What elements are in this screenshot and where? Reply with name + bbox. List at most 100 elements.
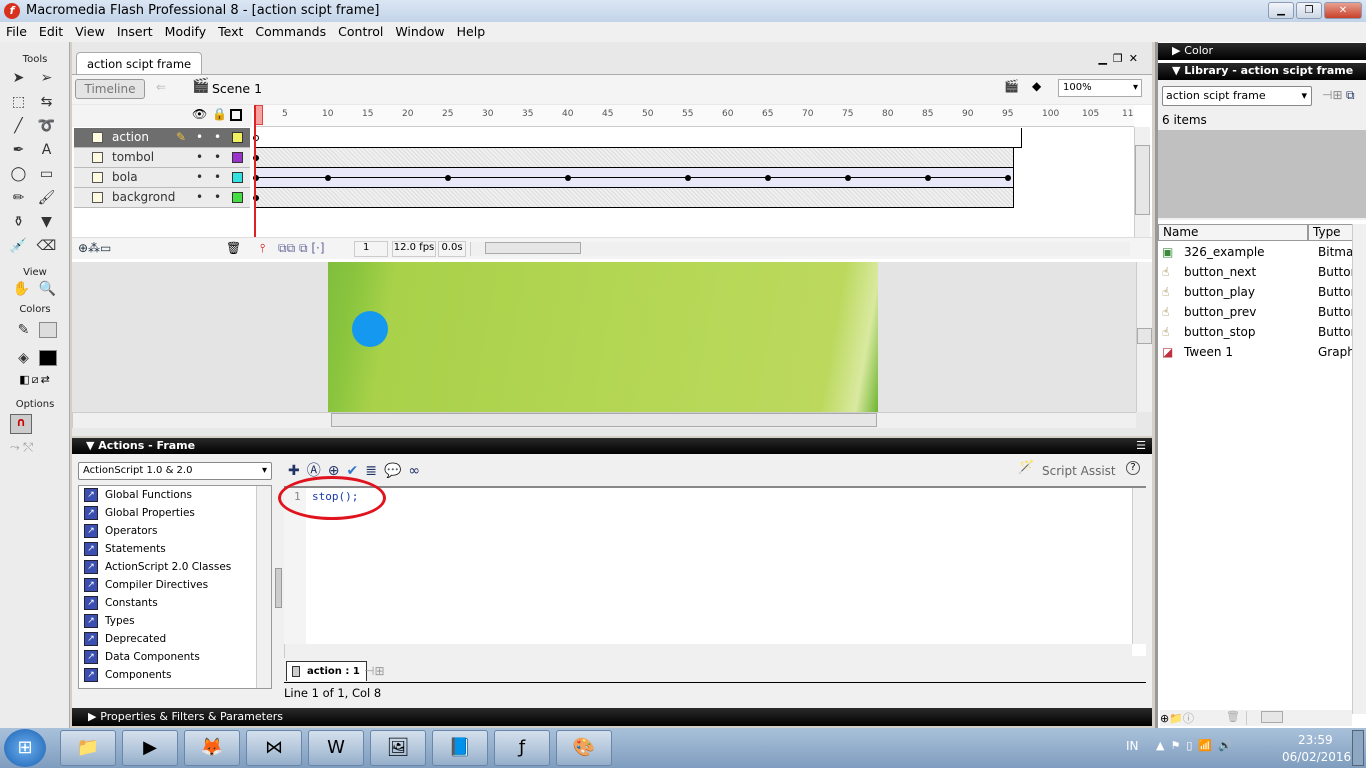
- lock-dot[interactable]: •: [214, 188, 221, 207]
- script-tab[interactable]: action : 1: [286, 661, 367, 681]
- frame-rate[interactable]: 12.0 fps: [392, 241, 436, 257]
- lock-dot[interactable]: •: [214, 148, 221, 167]
- collapse-toolbox-handle[interactable]: [275, 568, 282, 608]
- playhead[interactable]: [254, 105, 256, 237]
- properties-icon[interactable]: ⓘ: [1183, 712, 1194, 725]
- frame-ruler[interactable]: 1510152025303540455055606570758085909510…: [254, 105, 1134, 127]
- actions-panel-header[interactable]: ▼ Actions - Frame ☰: [72, 438, 1152, 454]
- taskbar-word[interactable]: W: [308, 730, 364, 766]
- visibility-dot[interactable]: •: [196, 128, 203, 147]
- taskbar-media-player[interactable]: ▶: [122, 730, 178, 766]
- toolbox-item[interactable]: ↗ Data Components: [79, 648, 271, 666]
- fill-color-icon[interactable]: ◈: [13, 347, 35, 369]
- keyframe[interactable]: [685, 175, 691, 181]
- menu-edit[interactable]: Edit: [37, 24, 65, 39]
- keyframe[interactable]: [1005, 175, 1011, 181]
- layer-color-swatch[interactable]: [232, 152, 243, 163]
- timeline-h-scrollbar[interactable]: [470, 242, 1130, 256]
- back-arrow-icon[interactable]: ⇐: [156, 80, 166, 94]
- gradient-transform-tool-icon[interactable]: ⇆: [36, 91, 58, 113]
- auto-format-icon[interactable]: ≣: [365, 463, 384, 479]
- toolbox-item[interactable]: ↗ Deprecated: [79, 630, 271, 648]
- toolbox-item[interactable]: ↗ Components: [79, 666, 271, 684]
- library-panel-header[interactable]: ▼ Library - action scipt frame☰: [1158, 63, 1366, 93]
- timeline-v-scrollbar[interactable]: [1134, 127, 1150, 237]
- brush-tool-icon[interactable]: 🖌: [36, 187, 58, 209]
- library-h-scrollbar[interactable]: [1246, 711, 1352, 725]
- stage-v-scrollbar[interactable]: [1136, 262, 1152, 412]
- layer-action[interactable]: action ✎ • •: [74, 128, 250, 148]
- pin-library-icon[interactable]: ⊣⊞: [1322, 88, 1343, 102]
- editor-v-scrollbar[interactable]: [1132, 488, 1146, 644]
- column-name[interactable]: Name: [1158, 224, 1308, 241]
- smooth-straighten-icon[interactable]: ⤳ ⤲: [10, 440, 69, 455]
- add-item-icon[interactable]: ✚: [288, 463, 307, 479]
- layer-color-swatch[interactable]: [232, 172, 243, 183]
- frame-span-backgrond[interactable]: [253, 188, 1014, 208]
- minimize-button[interactable]: ▁: [1268, 2, 1294, 19]
- oval-tool-icon[interactable]: ◯: [8, 163, 30, 185]
- color-panel-header[interactable]: ▶ Color: [1158, 43, 1366, 60]
- center-frame-icon[interactable]: ⫯: [260, 241, 265, 256]
- zoom-select[interactable]: 100% ▾: [1058, 79, 1142, 97]
- library-item[interactable]: ▣ 326_example Bitmap: [1160, 242, 1352, 262]
- document-tab[interactable]: action scipt frame: [76, 52, 203, 74]
- new-folder-icon[interactable]: 📁: [1169, 712, 1183, 725]
- new-library-panel-icon[interactable]: ⧉: [1346, 88, 1355, 103]
- library-v-scrollbar[interactable]: [1352, 224, 1366, 714]
- trash-icon[interactable]: 🗑: [226, 241, 241, 255]
- language-indicator[interactable]: IN: [1126, 739, 1139, 753]
- arrow-tool-icon[interactable]: ➤: [8, 67, 30, 89]
- clock-time[interactable]: 23:59: [1298, 733, 1333, 747]
- taskbar-flash[interactable]: ƒ: [494, 730, 550, 766]
- layer-color-swatch[interactable]: [232, 132, 243, 143]
- layer-color-swatch[interactable]: [232, 192, 243, 203]
- eraser-tool-icon[interactable]: ⌫: [36, 235, 58, 257]
- toolbox-item[interactable]: ↗ ActionScript 2.0 Classes: [79, 558, 271, 576]
- debug-options-icon[interactable]: ∞: [408, 463, 427, 479]
- paint-bucket-tool-icon[interactable]: ▼: [36, 211, 58, 233]
- stroke-color-swatch[interactable]: [38, 322, 57, 338]
- show-desktop-button[interactable]: [1352, 730, 1364, 766]
- hand-icon[interactable]: ✋: [11, 278, 33, 300]
- toolbox-item[interactable]: ↗ Types: [79, 612, 271, 630]
- keyframe[interactable]: [565, 175, 571, 181]
- stroke-color-icon[interactable]: ✎: [13, 319, 35, 341]
- toolbox-item[interactable]: ↗ Statements: [79, 540, 271, 558]
- keyframe[interactable]: [845, 175, 851, 181]
- scene-label[interactable]: Scene 1: [212, 81, 262, 96]
- toolbox-item[interactable]: ↗ Global Functions: [79, 486, 271, 504]
- new-symbol-icon[interactable]: ⊕: [1160, 712, 1169, 725]
- menu-commands[interactable]: Commands: [253, 24, 328, 39]
- visibility-dot[interactable]: •: [196, 168, 203, 187]
- edit-scene-icon[interactable]: 🎬: [1004, 79, 1019, 93]
- toolbox-scrollbar[interactable]: [256, 486, 271, 688]
- restore-button[interactable]: ❐: [1296, 2, 1322, 19]
- taskbar-firefox[interactable]: 🦊: [184, 730, 240, 766]
- layer-backgrond[interactable]: backgrond • •: [74, 188, 250, 208]
- menu-file[interactable]: File: [4, 24, 29, 39]
- menu-text[interactable]: Text: [216, 24, 245, 39]
- library-item[interactable]: ☝ button_next Button: [1160, 262, 1352, 282]
- library-item[interactable]: ☝ button_stop Button: [1160, 322, 1352, 342]
- snap-magnet-icon[interactable]: ∩: [10, 414, 32, 434]
- eyedropper-tool-icon[interactable]: 💉: [8, 235, 30, 257]
- keyframe[interactable]: [925, 175, 931, 181]
- free-transform-tool-icon[interactable]: ⬚: [8, 91, 30, 113]
- lasso-tool-icon[interactable]: ➰: [36, 115, 58, 137]
- keyframe[interactable]: [325, 175, 331, 181]
- pencil-tool-icon[interactable]: ✏: [8, 187, 30, 209]
- start-button[interactable]: ⊞: [4, 729, 46, 767]
- visibility-dot[interactable]: •: [196, 148, 203, 167]
- panel-menu-icon[interactable]: ☰: [1136, 438, 1146, 454]
- toolbox-item[interactable]: ↗ Constants: [79, 594, 271, 612]
- menu-modify[interactable]: Modify: [163, 24, 208, 39]
- menu-control[interactable]: Control: [336, 24, 385, 39]
- black-white-icon[interactable]: ◧: [19, 373, 29, 387]
- eye-icon[interactable]: 👁: [192, 107, 207, 121]
- library-item[interactable]: ☝ button_prev Button: [1160, 302, 1352, 322]
- lock-dot[interactable]: •: [214, 168, 221, 187]
- delete-icon[interactable]: 🗑: [1226, 710, 1240, 723]
- lock-dot[interactable]: •: [214, 128, 221, 147]
- line-tool-icon[interactable]: ╱: [8, 115, 30, 137]
